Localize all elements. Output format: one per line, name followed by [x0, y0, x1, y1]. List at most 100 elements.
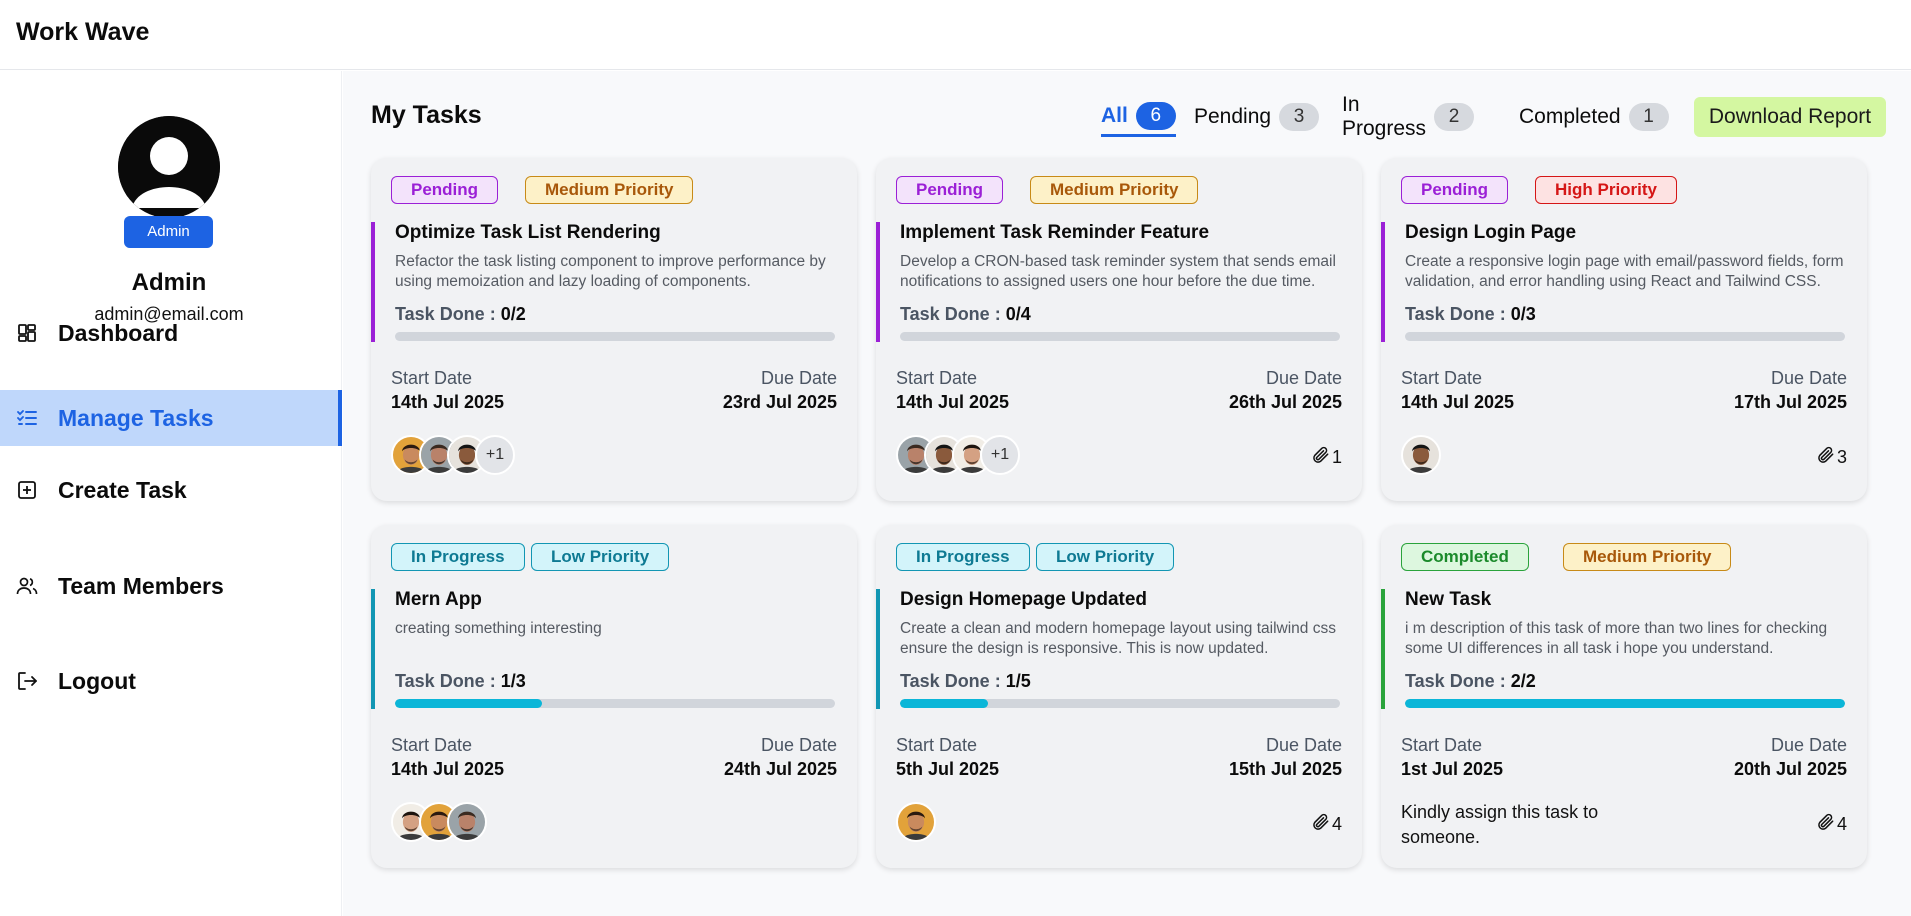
sidebar: Admin Admin admin@email.com Dashboard Ma… [0, 71, 342, 916]
sidebar-item-label: Dashboard [58, 319, 179, 346]
status-accent-bar [371, 222, 375, 342]
due-date-value: 24th Jul 2025 [723, 759, 837, 779]
more-assignees-badge: +1 [980, 435, 1020, 475]
start-date-label: Start Date [896, 735, 978, 755]
task-done-caption: Task Done : [1405, 671, 1506, 691]
sidebar-item-team-members[interactable]: Team Members [0, 558, 342, 614]
task-progress-fill [1405, 699, 1845, 708]
due-date-label: Due Date [1265, 735, 1342, 755]
priority-badge: Low Priority [1036, 543, 1175, 571]
sidebar-item-logout[interactable]: Logout [0, 653, 342, 709]
sidebar-item-create-task[interactable]: Create Task [0, 462, 342, 518]
more-assignees-badge: +1 [475, 435, 515, 475]
attachments-count[interactable]: 4 [1311, 812, 1342, 837]
tasks-list-icon [16, 407, 38, 429]
person-photo-icon [898, 804, 934, 840]
task-done-caption: Task Done : [395, 671, 496, 691]
task-progress-bar [900, 699, 1340, 708]
task-title: Mern App [395, 589, 482, 610]
due-date-label: Due Date [1265, 368, 1342, 388]
logout-icon [16, 670, 38, 692]
due-date-value: 20th Jul 2025 [1733, 759, 1847, 779]
download-report-button[interactable]: Download Report [1694, 97, 1886, 137]
priority-badge: Medium Priority [1030, 176, 1199, 204]
task-done-label: Task Done : 0/2 [395, 304, 526, 325]
tab-count: 1 [1628, 103, 1669, 131]
sidebar-item-label: Create Task [58, 476, 187, 503]
task-progress-bar [395, 699, 835, 708]
task-description: Create a clean and modern homepage layou… [900, 620, 1336, 657]
attachments-count[interactable]: 3 [1816, 445, 1847, 470]
task-title: Optimize Task List Rendering [395, 222, 661, 243]
status-badge: In Progress [896, 543, 1030, 571]
tab-completed[interactable]: Completed 1 [1519, 97, 1669, 137]
user-name: Admin [131, 269, 207, 296]
task-done-value: 1/5 [1005, 671, 1031, 691]
task-done-caption: Task Done : [900, 304, 1001, 324]
status-accent-bar [876, 222, 880, 342]
assignee-avatar [896, 802, 936, 842]
page-title: My Tasks [371, 101, 482, 129]
task-done-value: 1/3 [500, 671, 526, 691]
start-date-label: Start Date [391, 368, 473, 388]
task-description: Refactor the task listing component to i… [395, 253, 826, 290]
attachments-value: 4 [1836, 814, 1847, 834]
start-date-value: 14th Jul 2025 [391, 392, 505, 412]
task-card[interactable]: In Progress Low Priority Design Homepage… [876, 525, 1362, 868]
status-accent-bar [876, 589, 880, 709]
priority-badge: Medium Priority [1563, 543, 1732, 571]
start-date-label: Start Date [1401, 735, 1483, 755]
app-title: Work Wave [16, 18, 150, 46]
tab-label: Pending [1194, 105, 1272, 128]
start-date-value: 14th Jul 2025 [896, 392, 1010, 412]
sidebar-item-manage-tasks[interactable]: Manage Tasks [0, 390, 342, 446]
start-date-value: 1st Jul 2025 [1401, 759, 1504, 779]
task-card[interactable]: Completed Medium Priority New Task i m d… [1381, 525, 1867, 868]
start-date-value: 14th Jul 2025 [1401, 392, 1515, 412]
tab-pending[interactable]: Pending 3 [1194, 97, 1320, 137]
top-bar: Work Wave [0, 0, 1911, 70]
task-description: i m description of this task of more tha… [1405, 620, 1828, 657]
task-description: Create a responsive login page with emai… [1405, 253, 1844, 290]
due-date-value: 23rd Jul 2025 [722, 392, 837, 412]
task-done-label: Task Done : 0/4 [900, 304, 1031, 325]
attachments-count[interactable]: 4 [1816, 812, 1847, 837]
status-badge: In Progress [391, 543, 525, 571]
task-description: creating something interesting [395, 620, 602, 637]
dashboard-icon [16, 322, 38, 344]
tab-count: 3 [1279, 103, 1320, 131]
attachments-count[interactable]: 1 [1311, 445, 1342, 470]
task-done-caption: Task Done : [900, 671, 1001, 691]
task-card[interactable]: Pending High Priority Design Login Page … [1381, 158, 1867, 501]
attachments-value: 3 [1836, 447, 1847, 467]
status-accent-bar [1381, 589, 1385, 709]
due-date-value: 26th Jul 2025 [1228, 392, 1342, 412]
task-progress-fill [900, 699, 988, 708]
paperclip-icon [1816, 812, 1837, 837]
assignee-avatar [447, 802, 487, 842]
user-silhouette-icon [118, 116, 220, 218]
tab-in-progress[interactable]: In Progress 2 [1342, 93, 1475, 140]
due-date-label: Due Date [1770, 368, 1847, 388]
sidebar-item-label: Team Members [58, 572, 224, 599]
tab-label: All [1101, 103, 1128, 127]
priority-badge: Medium Priority [525, 176, 694, 204]
user-avatar [118, 116, 220, 218]
task-card[interactable]: Pending Medium Priority Optimize Task Li… [371, 158, 857, 501]
tab-count: 2 [1434, 103, 1475, 131]
task-card[interactable]: In Progress Low Priority Mern App creati… [371, 525, 857, 868]
tab-all[interactable]: All 6 [1101, 97, 1176, 137]
task-card[interactable]: Pending Medium Priority Implement Task R… [876, 158, 1362, 501]
status-accent-bar [1381, 222, 1385, 342]
main-content: My Tasks All 6 Pending 3 In Progress 2 C… [343, 71, 1911, 916]
plus-square-icon [16, 479, 38, 501]
task-done-value: 0/4 [1005, 304, 1031, 324]
start-date-value: 14th Jul 2025 [391, 759, 505, 779]
task-description: Develop a CRON-based task reminder syste… [900, 253, 1336, 290]
sidebar-item-dashboard[interactable]: Dashboard [0, 305, 342, 361]
tab-count: 6 [1135, 101, 1176, 130]
task-title: Design Homepage Updated [900, 589, 1148, 610]
priority-badge: Low Priority [531, 543, 670, 571]
task-progress-fill [395, 699, 542, 708]
sidebar-item-label: Logout [58, 667, 136, 694]
